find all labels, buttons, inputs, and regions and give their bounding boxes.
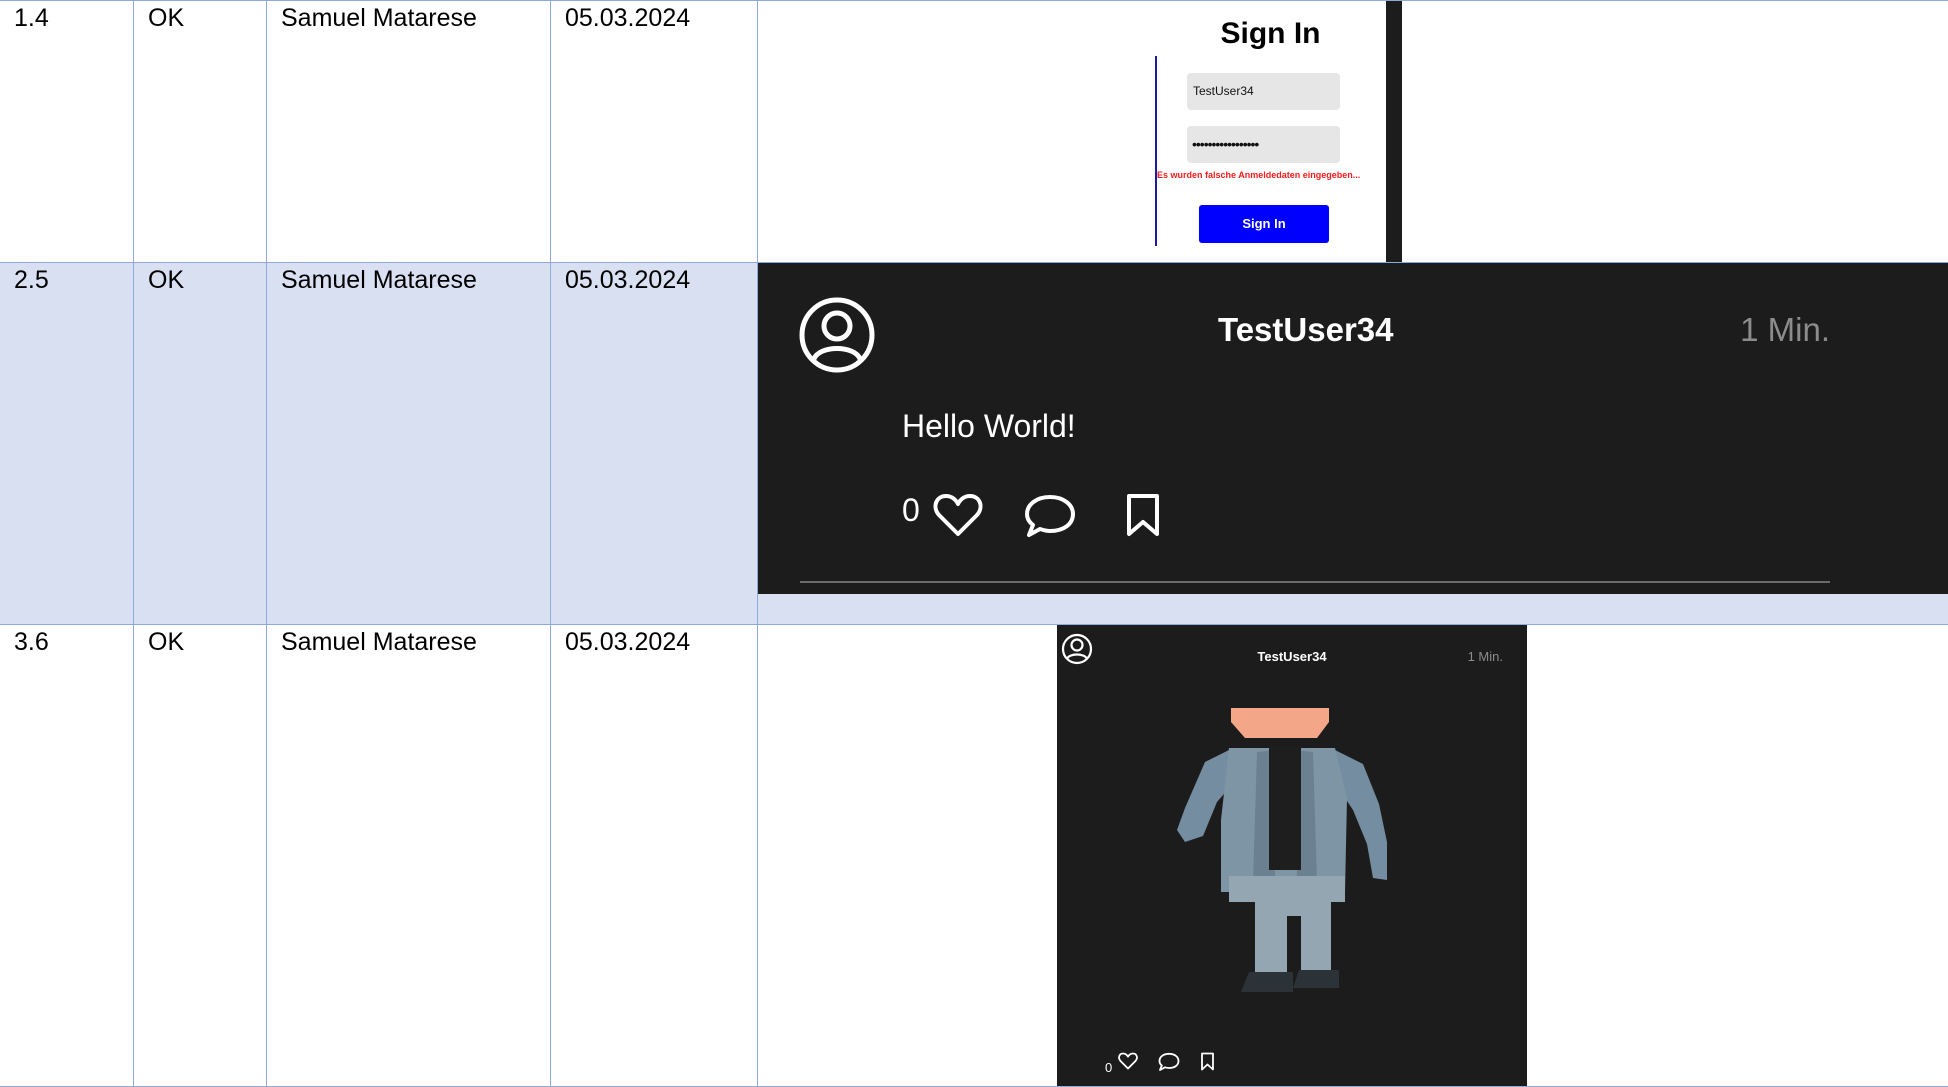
post-username[interactable]: TestUser34: [1057, 642, 1527, 672]
bookmark-icon[interactable]: [1200, 1052, 1215, 1071]
tester-name: Samuel Matarese: [267, 263, 551, 624]
image-post-screenshot: TestUser34 1 Min. 0: [1057, 625, 1527, 1086]
signin-button[interactable]: Sign In: [1199, 205, 1329, 243]
test-id: 3.6: [0, 625, 134, 1086]
screenshot-cell: TestUser34 1 Min. Hello World! 0: [758, 263, 1948, 624]
post-text: Hello World!: [902, 408, 1076, 444]
heart-icon[interactable]: [933, 493, 983, 537]
user-avatar-icon[interactable]: [799, 297, 875, 373]
username-field[interactable]: TestUser34: [1187, 73, 1340, 110]
screenshot-cell: Sign In TestUser34 ••••••••••••••••• Es …: [758, 1, 1948, 262]
bookmark-icon[interactable]: [1125, 493, 1161, 537]
table-row: 2.5 OK Samuel Matarese 05.03.2024 TestUs…: [0, 262, 1948, 625]
tester-name: Samuel Matarese: [267, 625, 551, 1086]
window-scrollbar: [1386, 1, 1402, 262]
post-divider: [800, 581, 1830, 583]
like-count: 0: [902, 492, 920, 528]
test-status: OK: [134, 263, 267, 624]
test-date: 05.03.2024: [551, 625, 758, 1086]
test-date: 05.03.2024: [551, 263, 758, 624]
test-id: 1.4: [0, 1, 134, 262]
signin-title: Sign In: [1220, 17, 1321, 50]
table-row: 3.6 OK Samuel Matarese 05.03.2024 TestUs…: [0, 624, 1948, 1087]
window-edge: [1155, 56, 1157, 246]
test-status: OK: [134, 1, 267, 262]
password-field[interactable]: •••••••••••••••••: [1187, 126, 1340, 163]
comment-icon[interactable]: [1024, 493, 1076, 539]
post-username[interactable]: TestUser34: [1218, 313, 1394, 346]
post-image: [1177, 708, 1387, 992]
comment-icon[interactable]: [1158, 1052, 1180, 1071]
like-count: 0: [1105, 1060, 1113, 1075]
test-id: 2.5: [0, 263, 134, 624]
heart-icon[interactable]: [1118, 1052, 1138, 1070]
screenshot-cell: TestUser34 1 Min. 0: [758, 625, 1948, 1086]
test-results-table: 1.4 OK Samuel Matarese 05.03.2024 Sign I…: [0, 0, 1948, 1087]
post-time: 1 Min.: [1740, 311, 1830, 348]
test-status: OK: [134, 625, 267, 1086]
post-screenshot: TestUser34 1 Min. Hello World! 0: [758, 263, 1948, 594]
tester-name: Samuel Matarese: [267, 1, 551, 262]
table-row: 1.4 OK Samuel Matarese 05.03.2024 Sign I…: [0, 0, 1948, 263]
test-date: 05.03.2024: [551, 1, 758, 262]
error-message: Es wurden falsche Anmeldedaten eingegebe…: [1157, 170, 1361, 180]
post-time: 1 Min.: [1467, 649, 1503, 664]
signin-screenshot: Sign In TestUser34 ••••••••••••••••• Es …: [1155, 1, 1402, 262]
